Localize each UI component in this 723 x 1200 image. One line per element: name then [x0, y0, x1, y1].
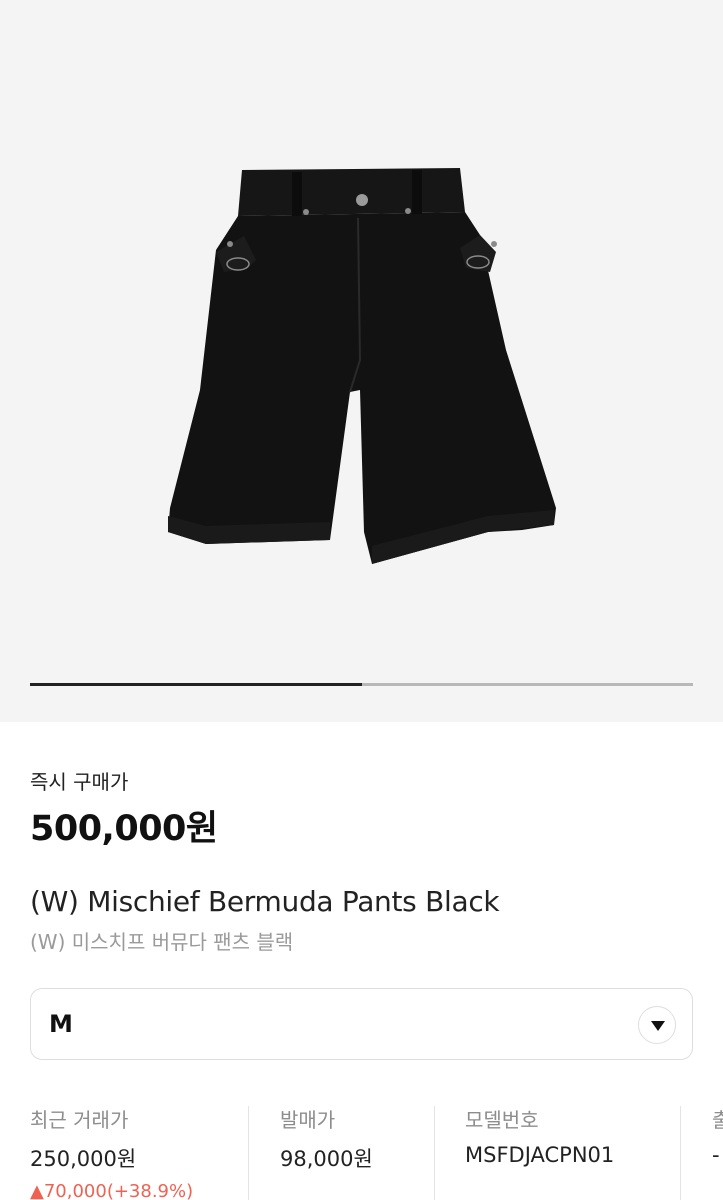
instant-buy-price: 500,000원	[30, 809, 218, 849]
product-info-row: 최근 거래가 250,000원 ▲70,000(+38.9%) 발매가 98,0…	[30, 1104, 723, 1200]
instant-buy-label: 즉시 구매가	[30, 770, 129, 794]
release-price-info: 발매가 98,000원	[280, 1104, 373, 1200]
info-divider	[248, 1106, 249, 1200]
info-divider	[680, 1106, 681, 1200]
size-dropdown-button[interactable]	[638, 1006, 676, 1044]
recent-trade-price: 250,000원	[30, 1147, 137, 1171]
release-price-label: 발매가	[280, 1108, 336, 1132]
product-name-en: (W) Mischief Bermuda Pants Black	[30, 885, 500, 918]
recent-trade-info: 최근 거래가 250,000원 ▲70,000(+38.9%)	[30, 1104, 193, 1200]
size-select[interactable]: M	[30, 988, 693, 1060]
model-number-label: 모델번호	[465, 1108, 539, 1132]
model-number-value: MSFDJACPN01	[465, 1143, 615, 1167]
size-select-value: M	[49, 1010, 73, 1038]
recent-trade-change: ▲70,000(+38.9%)	[30, 1181, 194, 1200]
info-divider	[434, 1106, 435, 1200]
fourth-info: 출 -	[712, 1104, 723, 1200]
fourth-info-label: 출	[712, 1108, 723, 1132]
recent-trade-label: 최근 거래가	[30, 1108, 129, 1132]
product-name-ko: (W) 미스치프 버뮤다 팬츠 블랙	[30, 930, 294, 954]
caret-down-icon	[651, 1021, 665, 1031]
model-number-info: 모델번호 MSFDJACPN01	[465, 1104, 614, 1200]
product-image	[168, 168, 556, 564]
fourth-info-value: -	[712, 1143, 720, 1167]
release-price-value: 98,000원	[280, 1147, 373, 1171]
slide-progress-track	[30, 683, 693, 686]
product-image-gallery[interactable]	[0, 0, 723, 722]
slide-progress-fill	[30, 683, 362, 686]
